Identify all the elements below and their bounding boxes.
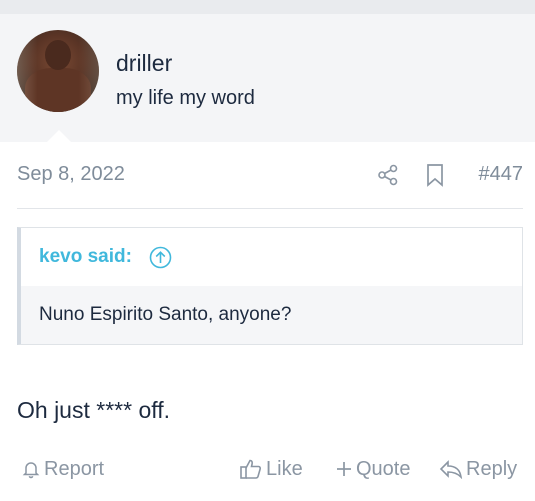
username[interactable]: driller <box>116 50 172 77</box>
quote-author[interactable]: kevo said: <box>39 246 132 268</box>
share-icon[interactable] <box>377 164 399 186</box>
post-actions: Report Like Quote Reply <box>17 455 523 483</box>
avatar[interactable] <box>17 30 99 112</box>
bell-icon <box>22 462 40 479</box>
quote-button[interactable]: Quote <box>335 455 410 483</box>
report-button[interactable]: Report <box>21 455 104 483</box>
like-button[interactable]: Like <box>239 455 303 483</box>
like-label: Like <box>266 457 303 480</box>
report-label: Report <box>44 457 105 480</box>
quote-text: Nuno Espirito Santo, anyone? <box>39 304 292 325</box>
post-meta: Sep 8, 2022 #447 <box>17 160 523 192</box>
user-header: driller my life my word <box>0 14 535 142</box>
quote-label: Quote <box>356 457 411 480</box>
reply-button[interactable]: Reply <box>439 455 517 483</box>
user-title: my life my word <box>116 87 255 109</box>
reply-label: Reply <box>466 457 518 480</box>
bookmark-icon[interactable] <box>425 163 445 187</box>
quote-block: kevo said: Nuno Espirito Santo, anyone? <box>17 227 523 345</box>
post-body: Oh just **** off. <box>17 397 170 423</box>
post-number[interactable]: #447 <box>479 163 524 186</box>
divider <box>17 208 523 209</box>
post-date[interactable]: Sep 8, 2022 <box>17 163 125 186</box>
header-pointer <box>47 130 71 142</box>
thumbs-up-icon <box>240 459 261 479</box>
top-strip <box>0 0 535 14</box>
reply-arrow-icon <box>439 460 463 479</box>
arrow-up-circle-icon[interactable] <box>149 246 172 269</box>
plus-icon <box>337 462 351 476</box>
quote-header: kevo said: <box>21 228 522 286</box>
